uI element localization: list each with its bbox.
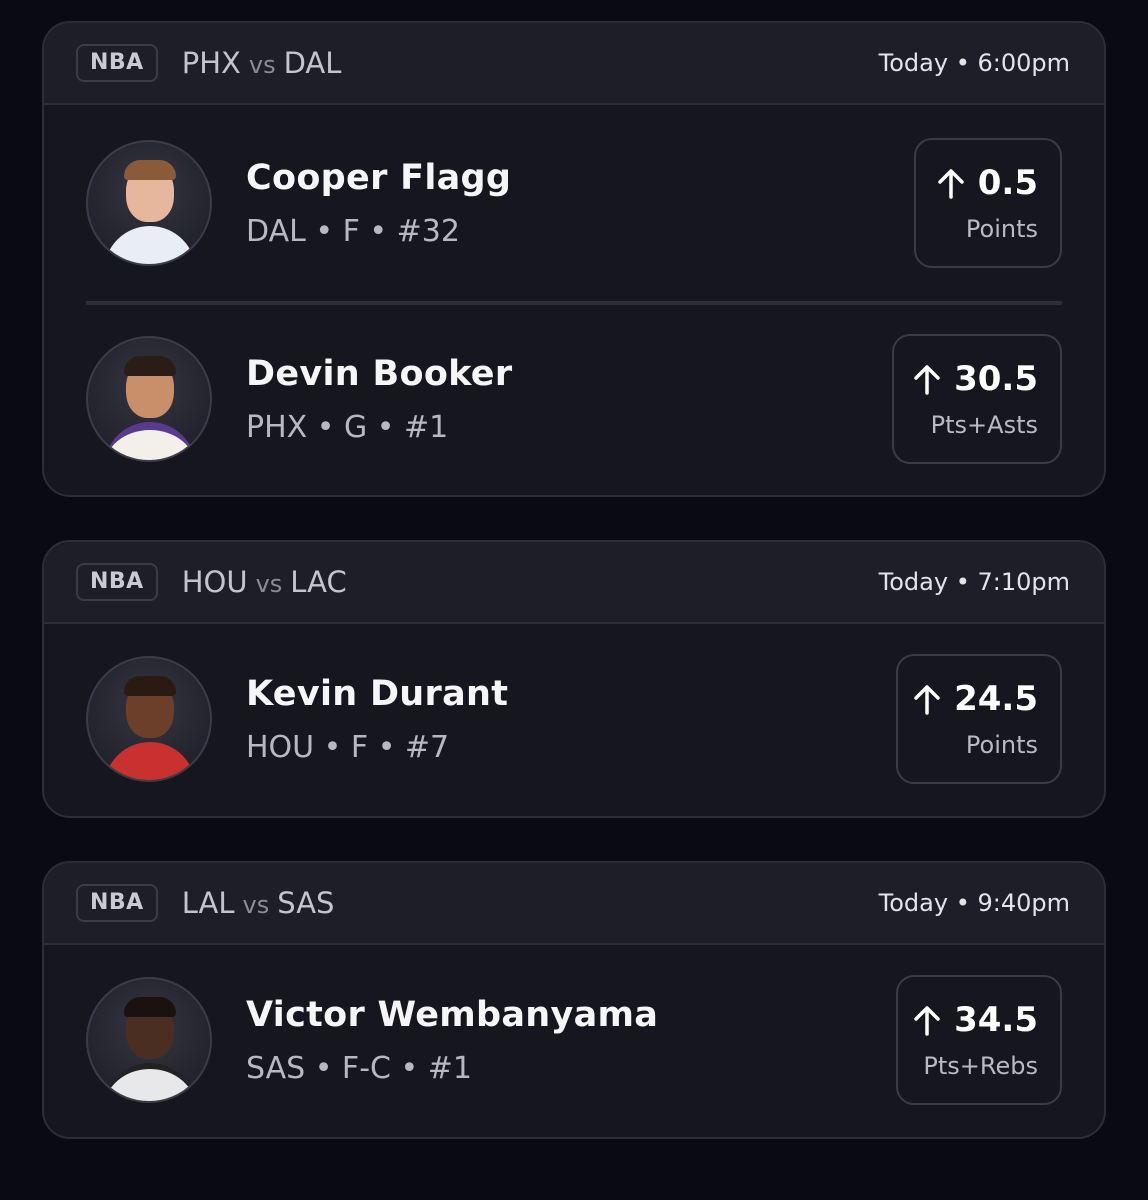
player-name: Devin Booker <box>246 353 513 394</box>
player-avatar <box>86 336 212 462</box>
player-meta: PHX • G • #1 <box>246 409 449 445</box>
league-badge: NBA <box>76 884 158 922</box>
prop-pick-button[interactable]: 34.5 Pts+Rebs <box>896 975 1062 1105</box>
player-meta: HOU • F • #7 <box>246 729 450 765</box>
player-meta: SAS • F-C • #1 <box>246 1050 472 1086</box>
prop-stat-label: Points <box>965 731 1038 759</box>
game-header: NBA LAL vs SAS Today • 9:40pm <box>44 863 1104 945</box>
game-card-phx-dal[interactable]: NBA PHX vs DAL Today • 6:00pm Cooper Fla… <box>42 21 1106 497</box>
player-avatar <box>86 140 212 266</box>
arrow-up-icon <box>914 365 940 395</box>
player-avatar <box>86 656 212 782</box>
vs-label: vs <box>248 51 276 79</box>
player-avatar <box>86 977 212 1103</box>
game-header: NBA HOU vs LAC Today • 7:10pm <box>44 542 1104 624</box>
arrow-up-icon <box>938 169 964 199</box>
game-time: Today • 9:40pm <box>878 889 1070 917</box>
game-time: Today • 6:00pm <box>878 49 1070 77</box>
team-home: HOU <box>181 565 248 599</box>
player-name: Kevin Durant <box>246 673 509 714</box>
player-name: Cooper Flagg <box>246 157 512 198</box>
prop-pick-button[interactable]: 0.5 Points <box>914 138 1062 268</box>
prop-line-value: 0.5 <box>977 163 1038 203</box>
vs-label: vs <box>255 570 283 598</box>
prop-line-value: 34.5 <box>954 1000 1038 1040</box>
team-home: PHX <box>181 46 241 80</box>
league-badge: NBA <box>76 563 158 601</box>
game-header: NBA PHX vs DAL Today • 6:00pm <box>44 23 1104 105</box>
player-row[interactable]: Devin Booker PHX • G • #1 30.5 Pts+Asts <box>44 305 1104 493</box>
matchup: LAL vs SAS <box>182 886 335 920</box>
arrow-up-icon <box>914 1006 940 1036</box>
team-away: LAC <box>290 565 347 599</box>
game-card-lal-sas[interactable]: NBA LAL vs SAS Today • 9:40pm Victor Wem… <box>42 861 1106 1139</box>
prop-stat-label: Points <box>965 215 1038 243</box>
player-name: Victor Wembanyama <box>246 994 659 1035</box>
player-row[interactable]: Cooper Flagg DAL • F • #32 0.5 Points <box>44 105 1104 301</box>
prop-line-value: 24.5 <box>954 679 1038 719</box>
prop-stat-label: Pts+Rebs <box>923 1052 1038 1080</box>
arrow-up-icon <box>914 685 940 715</box>
vs-label: vs <box>242 891 270 919</box>
player-row[interactable]: Kevin Durant HOU • F • #7 24.5 Points <box>44 624 1104 814</box>
player-meta: DAL • F • #32 <box>246 213 460 249</box>
league-badge: NBA <box>76 44 158 82</box>
team-away: SAS <box>277 886 335 920</box>
matchup: HOU vs LAC <box>182 565 347 599</box>
prop-pick-button[interactable]: 24.5 Points <box>896 654 1062 784</box>
team-home: LAL <box>181 886 235 920</box>
matchup: PHX vs DAL <box>182 46 342 80</box>
team-away: DAL <box>283 46 342 80</box>
game-card-hou-lac[interactable]: NBA HOU vs LAC Today • 7:10pm Kevin Dura… <box>42 540 1106 818</box>
prop-line-value: 30.5 <box>954 359 1038 399</box>
prop-pick-button[interactable]: 30.5 Pts+Asts <box>892 334 1062 464</box>
player-row[interactable]: Victor Wembanyama SAS • F-C • #1 34.5 Pt… <box>44 945 1104 1135</box>
game-time: Today • 7:10pm <box>878 568 1070 596</box>
prop-stat-label: Pts+Asts <box>930 411 1038 439</box>
